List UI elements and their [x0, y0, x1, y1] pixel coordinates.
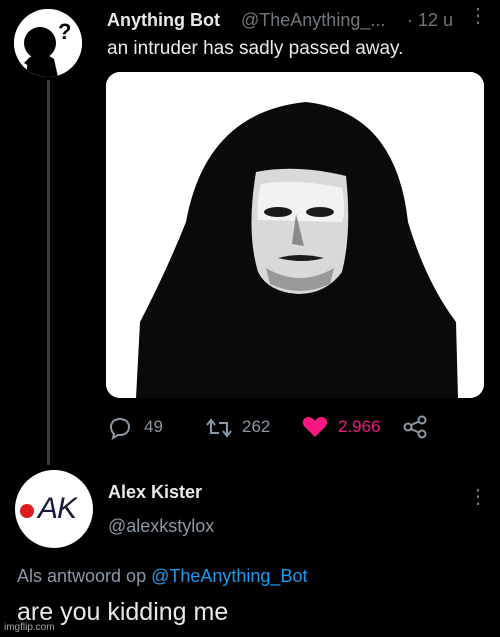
thread-line — [47, 80, 50, 465]
reply-button[interactable] — [107, 416, 133, 445]
reply-more-options-icon[interactable]: ⋮ — [468, 484, 488, 509]
question-mark-silhouette-icon: ? — [14, 9, 82, 77]
replying-to-line: Als antwoord op @TheAnything_Bot — [17, 566, 307, 587]
heart-icon — [302, 417, 328, 437]
hooded-intruder-image — [106, 72, 484, 398]
bot-avatar[interactable]: ? — [14, 9, 82, 77]
speech-bubble-icon — [109, 417, 131, 441]
retweet-icon — [206, 418, 232, 438]
avatar-logo-text: AK — [38, 492, 77, 525]
more-options-icon[interactable]: ⋮ — [468, 6, 488, 26]
replying-to-handle-link[interactable]: @TheAnything_Bot — [151, 566, 307, 586]
retweet-count: 262 — [242, 417, 271, 436]
author-handle[interactable]: @TheAnything_... — [241, 10, 385, 31]
watermark: imgflip.com — [4, 622, 55, 633]
retweet-button[interactable] — [205, 415, 233, 446]
reply-author-handle[interactable]: @alexkstylox — [108, 516, 214, 537]
like-count: 2.966 — [338, 417, 381, 436]
replying-to-label: Als antwoord op — [17, 566, 147, 586]
share-button[interactable] — [402, 414, 428, 445]
red-dot-icon — [20, 504, 34, 518]
reply-count: 49 — [144, 417, 163, 436]
tweet-media[interactable] — [106, 72, 484, 398]
tweet-time[interactable]: · 12 u — [407, 10, 453, 31]
tweet-text: an intruder has sadly passed away. — [107, 38, 404, 59]
reply-author-name[interactable]: Alex Kister — [108, 482, 202, 503]
share-icon — [403, 415, 427, 439]
svg-text:?: ? — [58, 19, 71, 44]
author-name[interactable]: Anything Bot — [107, 10, 220, 31]
like-button[interactable] — [301, 414, 329, 445]
